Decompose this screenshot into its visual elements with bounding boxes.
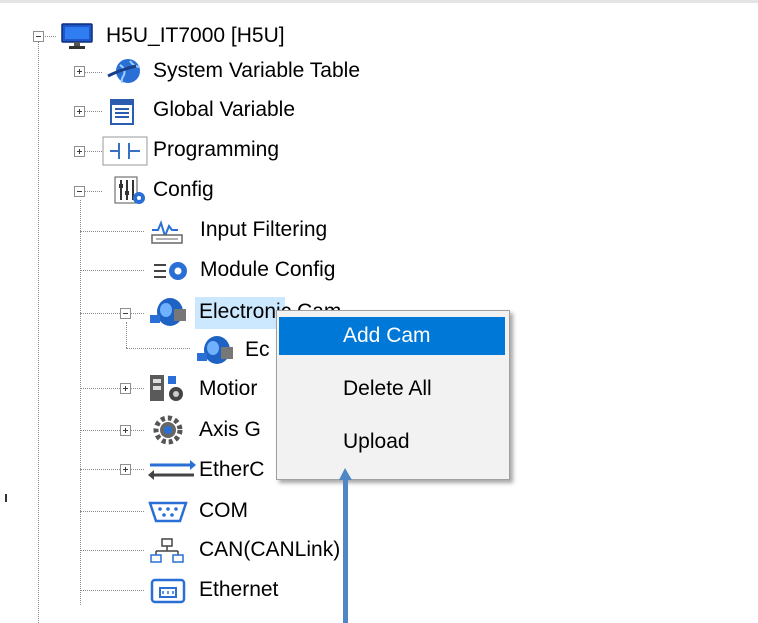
network-icon	[148, 537, 188, 565]
expand-toggle[interactable]	[120, 383, 131, 394]
tree-item-input-filtering[interactable]: Input Filtering	[200, 217, 327, 243]
cam-icon	[146, 295, 190, 329]
menu-item-add-cam[interactable]: Add Cam	[279, 317, 505, 355]
expand-toggle[interactable]	[74, 106, 85, 117]
menu-item-upload[interactable]: Upload	[279, 423, 505, 461]
tree-guide-line	[80, 590, 144, 591]
tree-guide-line	[80, 313, 144, 314]
tree-item-ethercat[interactable]: EtherC	[199, 457, 264, 483]
tree-item-ec[interactable]: Ec	[245, 337, 270, 363]
tree-item-can[interactable]: CAN(CANLink)	[199, 537, 340, 563]
tree-guide-line	[80, 511, 144, 512]
tree-guide-line	[80, 231, 144, 232]
cam-icon	[193, 333, 237, 367]
menu-item-label: Add Cam	[343, 324, 431, 347]
tree-item-module-config[interactable]: Module Config	[200, 257, 335, 283]
tree-item-system-variable-table[interactable]: System Variable Table	[153, 58, 360, 84]
motion-icon	[146, 372, 190, 404]
tree-guide-line	[80, 550, 144, 551]
annotation-arrow	[339, 468, 352, 623]
tree-item-ethernet[interactable]: Ethernet	[199, 577, 278, 603]
ladder-icon	[102, 136, 148, 166]
tree-guide-line	[38, 40, 39, 623]
tree-root-label[interactable]: H5U_IT7000 [H5U]	[106, 23, 285, 49]
tree-guide-line	[80, 388, 144, 389]
expand-toggle[interactable]	[120, 464, 131, 475]
menu-item-label: Upload	[343, 430, 410, 453]
tree-guide-line	[80, 270, 144, 271]
tree-guide-line	[126, 348, 190, 349]
tree-item-com[interactable]: COM	[199, 498, 248, 524]
expand-toggle[interactable]	[74, 66, 85, 77]
ethercat-arrows-icon	[146, 456, 198, 484]
tree-guide-line	[80, 200, 81, 605]
monitor-icon	[60, 22, 94, 50]
collapse-toggle[interactable]	[120, 308, 131, 319]
expand-toggle[interactable]	[120, 425, 131, 436]
collapse-toggle[interactable]	[74, 186, 85, 197]
config-sliders-icon	[114, 176, 148, 206]
tree-item-axis-group[interactable]: Axis G	[199, 417, 261, 443]
left-edge-mark	[5, 494, 7, 502]
globe-icon	[104, 58, 144, 86]
tree-item-config[interactable]: Config	[153, 177, 214, 203]
tree-item-motion[interactable]: Motior	[199, 376, 257, 402]
tree-guide-line	[80, 430, 144, 431]
menu-item-label: Delete All	[343, 377, 432, 400]
serial-port-icon	[146, 498, 190, 526]
tree-guide-line	[80, 469, 144, 470]
table-icon	[108, 98, 138, 126]
menu-item-delete-all[interactable]: Delete All	[279, 370, 505, 408]
context-menu: Add Cam Delete All Upload	[276, 310, 510, 480]
tree-item-global-variable[interactable]: Global Variable	[153, 97, 295, 123]
tree-item-programming[interactable]: Programming	[153, 137, 279, 163]
tree-guide-line	[126, 322, 127, 348]
axis-gear-icon	[146, 415, 190, 445]
waveform-icon	[148, 218, 192, 246]
module-gear-icon	[150, 258, 190, 286]
collapse-toggle[interactable]	[33, 31, 44, 42]
ethernet-icon	[148, 576, 188, 606]
expand-toggle[interactable]	[74, 146, 85, 157]
